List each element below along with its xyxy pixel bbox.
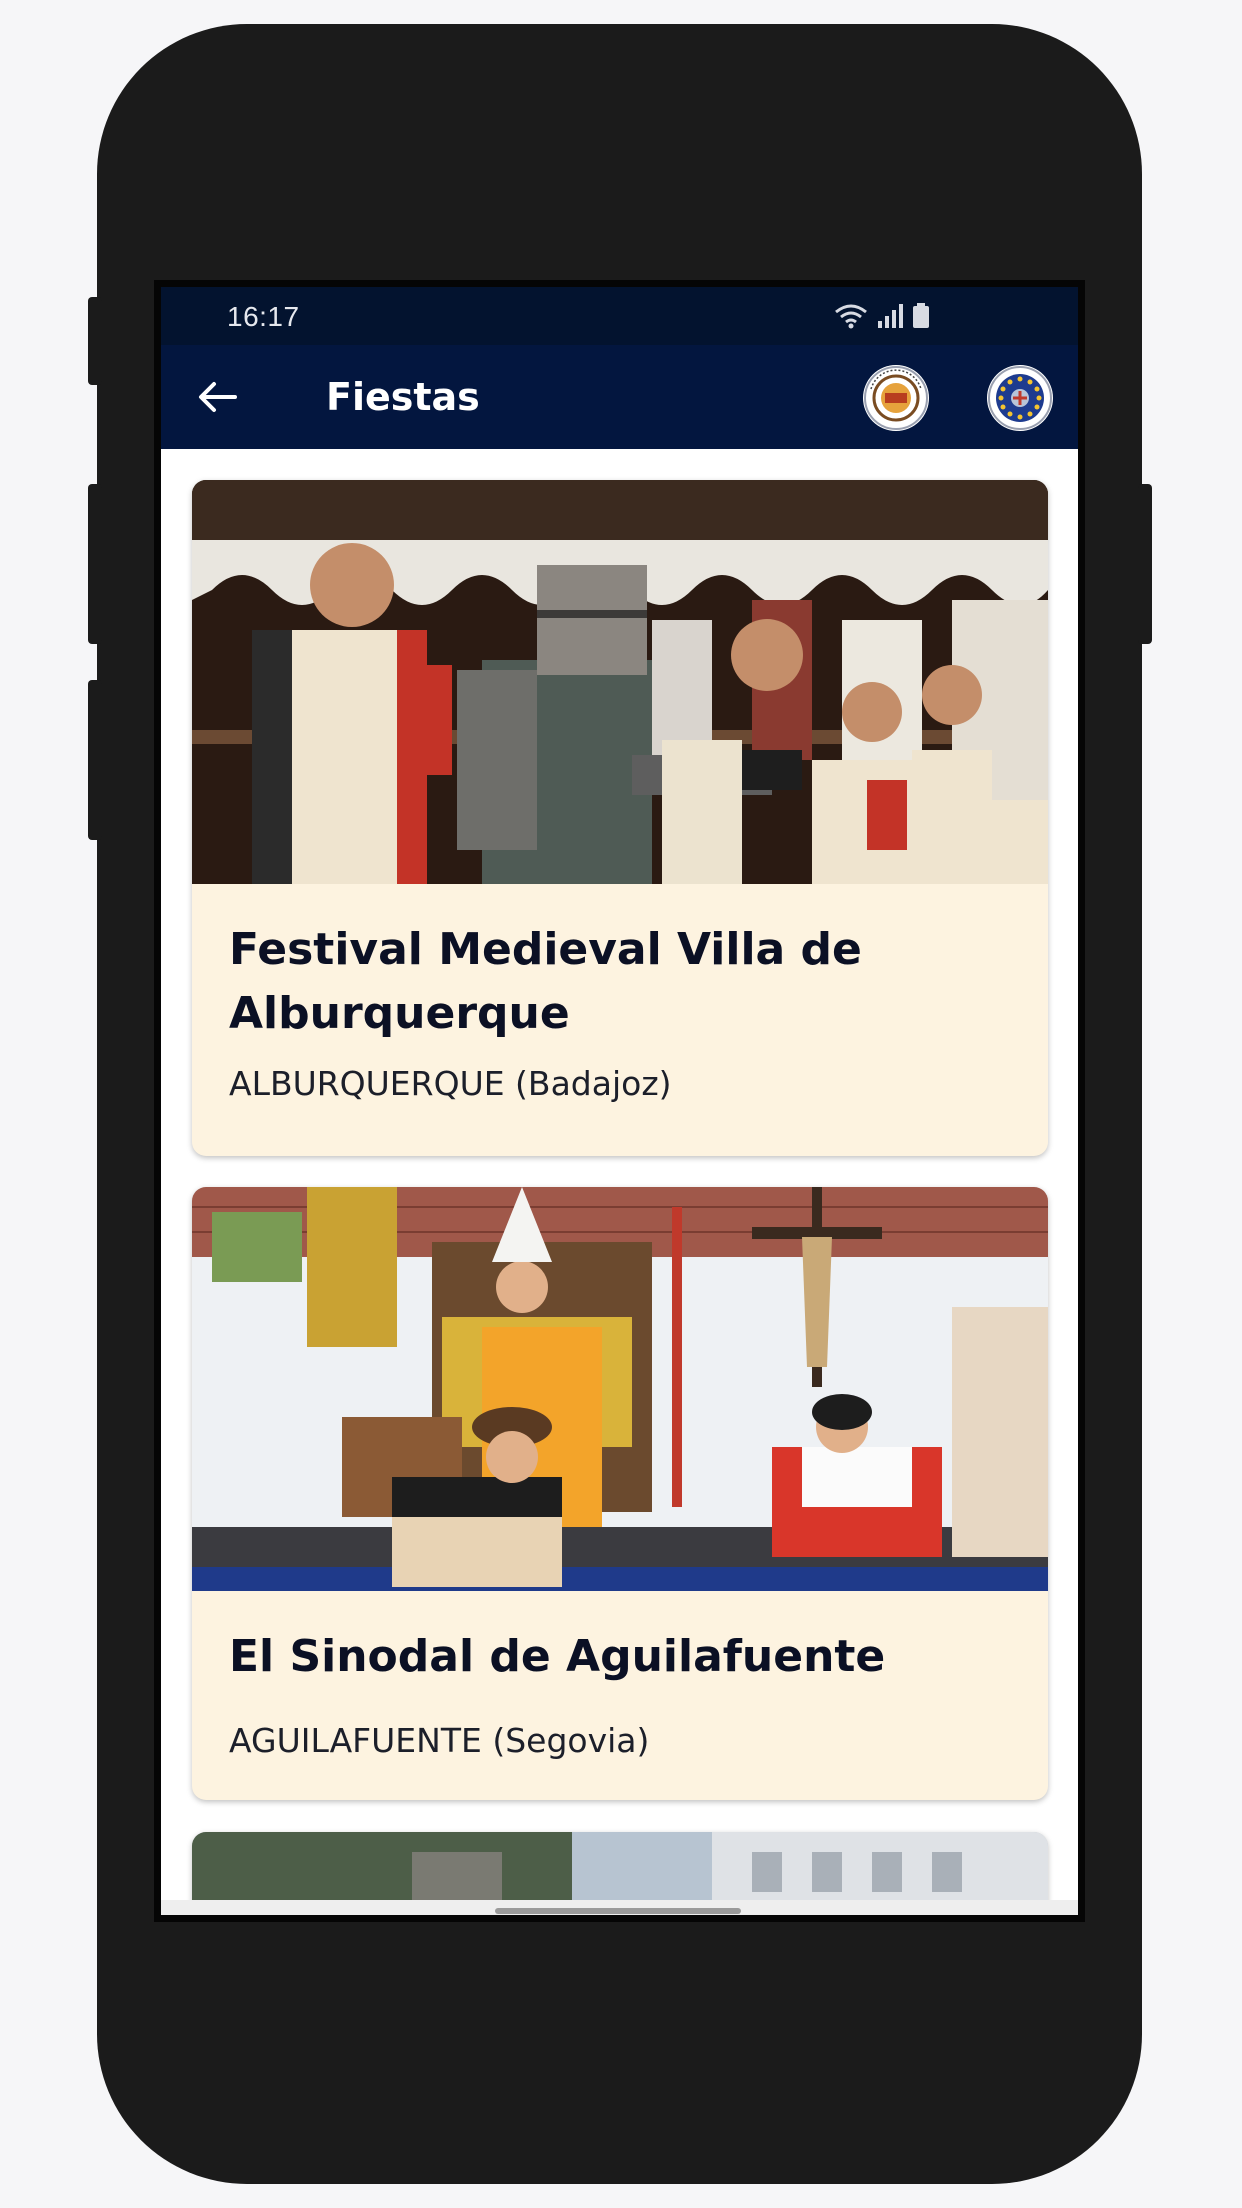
event-image-medieval-festival [192,480,1048,884]
association-logo-icon [863,365,929,431]
wifi-icon [835,304,867,329]
page-title: Fiestas [326,375,480,419]
battery-icon [913,303,929,328]
event-title: El Sinodal de Aguilafuente [229,1631,886,1682]
power-button [1138,484,1152,644]
event-card[interactable] [192,1832,1048,1909]
european-union-logo-icon [987,365,1053,431]
home-indicator[interactable] [495,1908,741,1914]
back-arrow-icon[interactable] [197,381,237,413]
event-card[interactable]: El Sinodal de Aguilafuente AGUILAFUENTE … [192,1187,1048,1800]
event-list: Festival Medieval Villa de Alburquerque … [161,449,1078,1909]
phone-screen: 16:17 Fiestas Festival Medieval Villa de… [154,280,1085,1922]
volume-up-button [88,484,102,644]
event-image-partial [192,1832,1048,1909]
status-icons [834,301,930,329]
event-image-synod [192,1187,1048,1591]
event-card[interactable]: Festival Medieval Villa de Alburquerque … [192,480,1048,1156]
signal-icon [878,304,903,328]
mute-switch [88,297,102,385]
app-bar: Fiestas [161,345,1078,449]
status-time: 16:17 [227,301,300,332]
event-location: ALBURQUERQUE (Badajoz) [229,1064,672,1103]
status-bar: 16:17 [161,287,1078,345]
event-location: AGUILAFUENTE (Segovia) [229,1721,650,1760]
volume-down-button [88,680,102,840]
event-title: Festival Medieval Villa de Alburquerque [229,924,862,1039]
